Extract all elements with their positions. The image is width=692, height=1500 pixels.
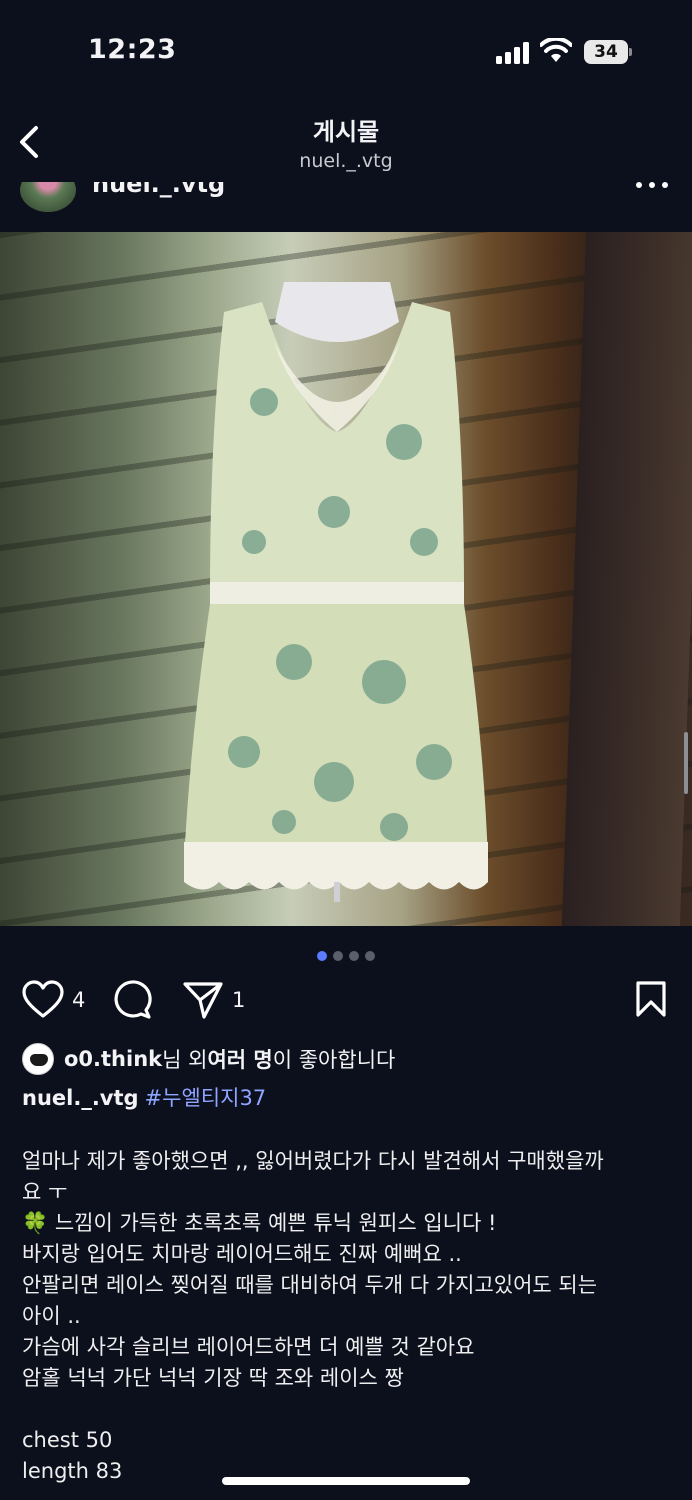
share-count: 1	[232, 988, 246, 1012]
caption-line: 🍀 느낌이 가득한 초록초록 예쁜 튜닉 원피스 입니다 !	[22, 1211, 497, 1235]
nav-bar: 게시물 nuel._.vtg	[0, 100, 692, 182]
share-button[interactable]: 1	[182, 978, 245, 1022]
like-count: 4	[72, 988, 86, 1012]
heart-icon	[22, 980, 64, 1018]
carousel-dot[interactable]	[317, 951, 327, 961]
caption-line: 얼마나 제가 좋아했으면 ,, 잃어버렸다가 다시 발견해서 구매했을까	[22, 1149, 604, 1173]
page-subtitle: nuel._.vtg	[299, 150, 393, 172]
likes-others[interactable]: 여러 명	[207, 1044, 272, 1074]
caption-header: nuel._.vtg #누엘티지37	[22, 1082, 266, 1112]
page-title: 게시물	[312, 118, 380, 146]
post-username[interactable]: nuel._.vtg	[92, 182, 225, 198]
post-actions: 4 1	[0, 978, 692, 1028]
scrollbar[interactable]	[684, 732, 688, 794]
carousel-indicator	[0, 946, 692, 965]
carousel-dot[interactable]	[349, 951, 359, 961]
comment-icon	[114, 980, 152, 1019]
send-icon	[183, 982, 223, 1019]
caption-line: 요 ㅜ	[22, 1180, 68, 1204]
caption-body: 얼마나 제가 좋아했으면 ,, 잃어버렸다가 다시 발견해서 구매했을까 요 ㅜ…	[22, 1146, 672, 1487]
carousel-dot[interactable]	[333, 951, 343, 961]
home-indicator[interactable]	[222, 1477, 470, 1485]
likes-text-1: 님 외	[162, 1048, 208, 1072]
battery-icon: 34	[584, 40, 632, 64]
likes-text-2: 이 좋아합니다	[272, 1048, 396, 1072]
caption-line: chest 50	[22, 1428, 113, 1452]
avatar[interactable]	[20, 182, 76, 212]
wifi-icon	[540, 38, 572, 62]
post-header: nuel._.vtg	[0, 182, 692, 232]
caption-line	[22, 1394, 672, 1425]
carousel-dot[interactable]	[365, 951, 375, 961]
bookmark-icon	[636, 981, 666, 1017]
save-button[interactable]	[634, 980, 668, 1022]
status-time: 12:23	[88, 34, 177, 65]
status-bar: 12:23 34	[0, 0, 692, 100]
caption-line: 바지랑 입어도 치마랑 레이어드해도 진짜 예뻐요 ..	[22, 1242, 462, 1266]
caption-line: 암홀 넉넉 가단 넉넉 기장 딱 조와 레이스 짱	[22, 1366, 404, 1390]
cellular-signal-icon	[496, 42, 532, 64]
hashtag-link[interactable]: #누엘티지37	[145, 1086, 267, 1110]
more-options-button[interactable]	[636, 182, 670, 192]
comment-button[interactable]	[112, 978, 152, 1022]
caption-line: 아이 ..	[22, 1304, 81, 1328]
likes-summary[interactable]: o0.think 님 외 여러 명이 좋아합니다	[22, 1042, 395, 1076]
like-button[interactable]: 4	[22, 978, 85, 1022]
caption-username[interactable]: nuel._.vtg	[22, 1086, 139, 1110]
battery-level: 34	[584, 40, 628, 64]
dress-photo	[184, 282, 488, 902]
post-image[interactable]	[0, 232, 692, 926]
caption-line: 가슴에 사각 슬리브 레이어드하면 더 예쁠 것 같아요	[22, 1335, 475, 1359]
liker-avatar	[22, 1043, 54, 1075]
liker-username[interactable]: o0.think	[64, 1047, 162, 1071]
caption-line: 안팔리면 레이스 찢어질 때를 대비하여 두개 다 가지고있어도 되는	[22, 1273, 598, 1297]
